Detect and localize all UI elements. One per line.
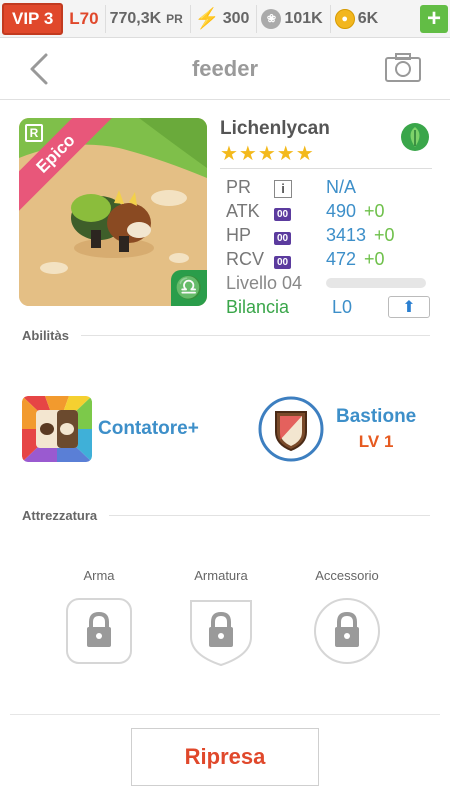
page-header: feeder [0,38,450,100]
equipment-title: Attrezzatura [22,508,98,523]
energy-counter[interactable]: ⚡ 300 [189,4,254,33]
shield-ability-icon [258,396,324,462]
camera-button[interactable] [384,52,422,84]
lock-icon [314,598,380,664]
stat-bonus: +0 [364,200,385,221]
gold-coin-icon: ● [334,8,355,29]
add-currency-button[interactable]: + [420,4,448,33]
back-button[interactable] [24,52,54,86]
stat-value: N/A [326,176,357,197]
lock-icon [190,600,252,667]
stat-label: HP [226,224,252,245]
ability-bastione[interactable]: Bastione LV 1 [258,396,416,462]
pig-ability-icon [22,396,92,462]
stat-row-pr: PR i N/A [220,175,432,199]
leaf-icon [401,123,429,151]
power-rating-unit: PR [166,11,183,26]
stat-badge: 00 [274,207,292,221]
monster-portrait[interactable]: Epico R ♎ [19,118,207,306]
camera-icon [385,53,421,82]
resource-bar: VIP 3 L70 770,3K PR ⚡ 300 ❀ 101K ● 6K + [0,0,450,38]
power-rating: 770,3K PR [104,4,187,33]
stat-badge: 00 [274,255,292,269]
balance-row: Bilancia L0 ⬆ [220,295,432,319]
food-counter[interactable]: ❀ 101K [256,4,326,33]
rank-badge: R [25,124,43,142]
stat-row-rcv: RCV 00 472 +0 [220,247,432,271]
energy-value: 300 [222,9,250,27]
vip-badge[interactable]: VIP 3 [2,2,64,35]
footer-divider [10,714,440,715]
stat-bonus: +0 [374,224,395,245]
gold-value: 6K [357,9,379,27]
upgrade-button[interactable]: ⬆ [388,296,430,318]
level-row: Livello 04 [220,271,432,295]
equipment-slot-label: Accessorio [315,568,379,583]
level-label: Livello 04 [226,272,303,293]
balance-label: Bilancia [226,296,290,317]
equipment-slot-arma[interactable]: Arma [49,568,149,665]
balance-value: L0 [332,296,353,317]
equipment-slot-label: Arma [83,568,115,583]
lightning-icon: ⚡ [194,8,220,30]
abilities-header: Abilitàs [22,328,430,343]
ability-name: Bastione [336,406,417,427]
stat-value: 472 [326,248,357,269]
lock-icon [66,598,132,664]
stat-bonus: +0 [364,248,385,269]
equipment-header: Attrezzatura [22,508,430,523]
stat-label: PR [226,176,252,197]
level-progress-bar [326,278,427,288]
gold-counter[interactable]: ● 6K [329,4,382,33]
stat-label: ATK [226,200,260,221]
page-title: feeder [191,55,259,81]
equipment-slot-armatura[interactable]: Armatura [171,568,271,667]
power-rating-value: 770,3K [109,9,162,27]
stat-value: 3413 [326,224,367,245]
arrow-up-icon: ⬆ [402,299,416,316]
chevron-left-icon [30,53,48,85]
paw-icon: ❀ [261,8,282,29]
stat-label: RCV [226,248,265,269]
ripresa-button[interactable]: Ripresa [131,728,319,786]
ability-contatore[interactable]: Contatore+ [22,396,199,462]
abilities-title: Abilitàs [22,328,69,343]
info-divider [220,168,432,169]
equipment-slot-label: Armatura [194,568,248,583]
monster-info: Lichenlycan ★★★★★ PR i N/A ATK 00 490 +0… [220,118,432,319]
equipment-slot-accessorio[interactable]: Accessorio [297,568,397,665]
info-icon[interactable]: i [274,179,292,198]
food-value: 101K [284,9,323,27]
stat-row-atk: ATK 00 490 +0 [220,199,432,223]
libra-icon: ♎ [171,270,207,306]
stat-badge: 00 [274,231,292,245]
ability-name: Contatore+ [98,418,199,439]
stat-value: 490 [326,200,357,221]
ability-level: LV 1 [358,432,394,451]
player-level: L70 [69,8,99,28]
stat-row-hp: HP 00 3413 +0 [220,223,432,247]
